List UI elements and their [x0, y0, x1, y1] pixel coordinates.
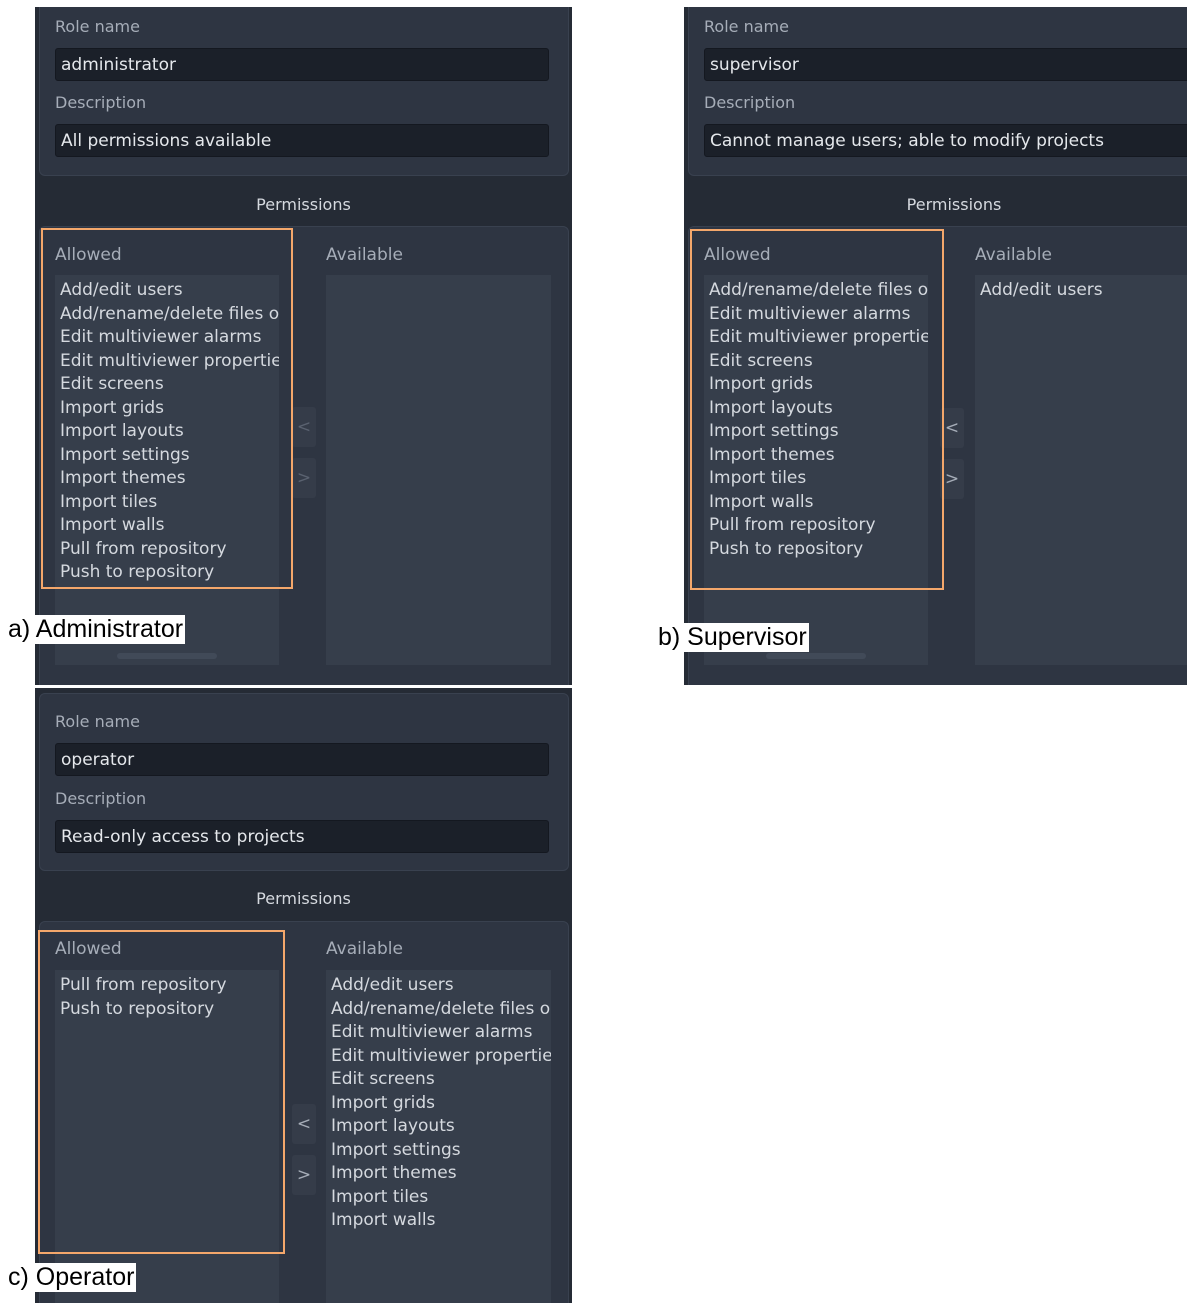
description-field[interactable]: Read-only access to projects	[55, 820, 549, 853]
permission-list-item[interactable]: Import settings	[331, 1139, 551, 1163]
permission-list-item[interactable]: Add/rename/delete files o	[331, 998, 551, 1022]
allowed-scrollbar[interactable]	[117, 653, 217, 659]
allowed-highlight-supervisor	[690, 229, 944, 590]
role-name-label: Role name	[704, 17, 789, 36]
permission-list-item[interactable]: Import layouts	[331, 1115, 551, 1139]
permission-list-item[interactable]: Import themes	[331, 1162, 551, 1186]
caption-supervisor: b) Supervisor	[656, 623, 809, 652]
role-name-label: Role name	[55, 712, 140, 731]
caption-operator: c) Operator	[6, 1263, 137, 1292]
role-name-label: Role name	[55, 17, 140, 36]
allowed-highlight-administrator	[41, 228, 293, 589]
available-items: Add/edit users Add/rename/delete files oE…	[331, 974, 551, 1233]
available-list[interactable]: Add/edit users Add/rename/delete files oE…	[326, 970, 551, 1303]
role-name-field[interactable]: administrator	[55, 48, 549, 81]
role-info-group: Role name operator Description Read-only…	[39, 693, 569, 871]
available-heading: Available	[326, 939, 403, 959]
allowed-scrollbar[interactable]	[766, 653, 866, 659]
move-left-button[interactable]: <	[292, 407, 316, 447]
move-right-button[interactable]: >	[292, 1155, 316, 1195]
move-right-button[interactable]: >	[292, 458, 316, 498]
role-info-group: Role name supervisor Description Cannot …	[688, 7, 1187, 176]
available-items: Add/edit users	[980, 279, 1103, 303]
allowed-highlight-operator	[38, 930, 285, 1254]
available-list[interactable]	[326, 275, 551, 665]
permission-list-item[interactable]: Edit multiviewer properties	[331, 1045, 551, 1069]
permissions-heading: Permissions	[906, 195, 1002, 214]
role-name-field[interactable]: operator	[55, 743, 549, 776]
permission-list-item[interactable]: Import walls	[331, 1209, 551, 1233]
role-name-field[interactable]: supervisor	[704, 48, 1187, 81]
available-list[interactable]: Add/edit users	[975, 275, 1187, 665]
permission-list-item[interactable]: Import grids	[331, 1092, 551, 1116]
permission-list-item[interactable]: Import tiles	[331, 1186, 551, 1210]
permission-list-item[interactable]: Edit screens	[331, 1068, 551, 1092]
permissions-heading: Permissions	[256, 195, 351, 214]
permission-list-item[interactable]: Add/edit users	[980, 279, 1103, 303]
description-field[interactable]: All permissions available	[55, 124, 549, 157]
description-field[interactable]: Cannot manage users; able to modify proj…	[704, 124, 1187, 157]
permission-list-item[interactable]: Edit multiviewer alarms	[331, 1021, 551, 1045]
description-label: Description	[55, 93, 147, 112]
caption-administrator: a) Administrator	[6, 615, 186, 644]
available-heading: Available	[975, 245, 1052, 265]
description-label: Description	[55, 789, 147, 808]
permissions-heading: Permissions	[256, 889, 351, 908]
permission-list-item[interactable]: Add/edit users	[331, 974, 551, 998]
description-label: Description	[704, 93, 796, 112]
available-heading: Available	[326, 245, 403, 265]
move-left-button[interactable]: <	[292, 1104, 316, 1144]
role-info-group: Role name administrator Description All …	[39, 7, 569, 176]
